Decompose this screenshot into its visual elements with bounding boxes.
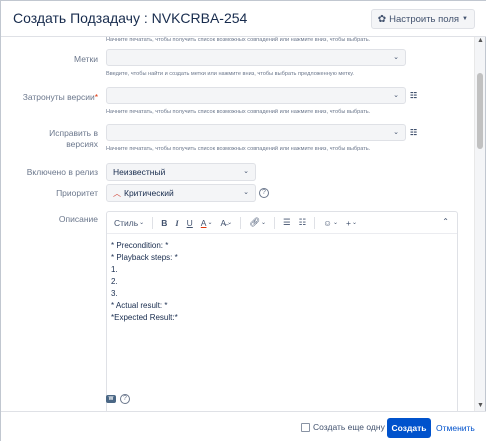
link-button[interactable]: 🔗︎ ⌄: [249, 217, 266, 228]
labels-help-text: Введите, чтобы найти и создать метки или…: [106, 71, 354, 77]
priority-label: Приоритет: [56, 188, 98, 198]
release-select[interactable]: Неизвестный ⌄: [106, 163, 256, 181]
configure-fields-label: Настроить поля: [389, 13, 460, 25]
chevron-down-icon: ⌄: [207, 220, 213, 226]
smiley-icon: ☺: [323, 217, 332, 228]
fix-versions-help-text: Начните печатать, чтобы получить список …: [106, 146, 371, 152]
chevron-down-icon: ⌄: [243, 189, 249, 196]
dialog-footer: Создать еще одну Создать Отменить: [1, 411, 486, 441]
labels-input[interactable]: ⌄: [106, 49, 406, 66]
description-line: * Playback steps: *: [111, 253, 178, 262]
create-another-label: Создать еще одну: [313, 422, 385, 432]
description-line: * Precondition: *: [111, 241, 169, 250]
link-icon: 🔗︎: [249, 217, 260, 227]
gear-icon: ✿: [377, 13, 387, 25]
description-line: 1.: [111, 265, 118, 274]
affects-versions-help-text: Начните печатать, чтобы получить список …: [106, 109, 371, 115]
scroll-up-icon[interactable]: ▲: [477, 37, 484, 44]
description-content[interactable]: * Precondition: * * Playback steps: * 1.…: [111, 240, 178, 324]
release-label: Включено в релиз: [26, 167, 98, 177]
version-picker-icon[interactable]: ☷: [410, 91, 421, 102]
create-another-checkbox[interactable]: [301, 422, 310, 432]
required-mark: *: [94, 92, 98, 102]
description-editor[interactable]: Стиль ⌄ B I U A ⌄ A̶ ⌄ 🔗︎ ⌄ ☰ ☷ ☺ ⌄ + ⌄ ⌃ * Pr…: [106, 211, 458, 411]
version-picker-icon[interactable]: ☷: [410, 128, 421, 139]
insert-button[interactable]: + ⌄: [346, 218, 357, 228]
wiki-markup-icon[interactable]: W: [106, 395, 116, 403]
chevron-down-icon: ⌄: [227, 220, 233, 226]
chevron-down-icon: ⌄: [393, 92, 399, 99]
priority-value: Критический: [124, 188, 174, 198]
bold-button[interactable]: B: [161, 218, 167, 228]
description-line: 3.: [111, 289, 118, 298]
release-value: Неизвестный: [113, 167, 166, 177]
create-subtask-dialog: Создать Подзадачу : NVKCRBA-254 ✿ Настро…: [0, 0, 486, 441]
critical-priority-icon: ︿: [113, 189, 121, 198]
chevron-down-icon: ⌄: [393, 54, 399, 61]
field-help-text: Начните печатать, чтобы получить список …: [106, 37, 371, 43]
italic-button[interactable]: I: [175, 218, 178, 228]
format-text-icon: A̶: [220, 217, 227, 228]
labels-field-label: Метки: [74, 54, 98, 64]
numbered-list-icon: ☷: [298, 217, 307, 227]
text-format-more-button[interactable]: A̶ ⌄: [221, 218, 233, 228]
dialog-body: Начните печатать, чтобы получить список …: [1, 37, 486, 411]
dialog-title: Создать Подзадачу : NVKCRBA-254: [13, 10, 248, 26]
help-icon[interactable]: ?: [259, 188, 269, 198]
description-line: 2.: [111, 277, 118, 286]
fix-versions-input[interactable]: ⌄: [106, 124, 406, 141]
cancel-link[interactable]: Отменить: [436, 423, 475, 433]
toolbar-divider: [152, 216, 154, 229]
create-another-toggle[interactable]: Создать еще одну: [301, 422, 385, 432]
affects-versions-label: Затронуты версии*: [22, 92, 98, 102]
emoji-button[interactable]: ☺ ⌄: [323, 218, 338, 228]
chevron-down-icon: ⌄: [139, 220, 145, 226]
dialog-header: Создать Подзадачу : NVKCRBA-254 ✿ Настро…: [1, 1, 486, 37]
scroll-down-icon[interactable]: ▼: [477, 402, 484, 409]
scrollbar-thumb[interactable]: [477, 73, 483, 149]
toolbar-divider: [240, 216, 242, 229]
affects-versions-input[interactable]: ⌄: [106, 87, 406, 104]
caret-down-icon: ▼: [462, 16, 468, 22]
configure-fields-button[interactable]: ✿ Настроить поля ▼: [370, 9, 475, 29]
chevron-down-icon: ⌄: [393, 129, 399, 136]
style-dropdown[interactable]: Стиль ⌄: [114, 218, 144, 228]
collapse-toolbar-icon[interactable]: ⌃: [442, 217, 449, 226]
description-line: *Expected Result:*: [111, 313, 178, 322]
plus-icon: +: [346, 217, 351, 228]
description-line: * Actual result: *: [111, 301, 168, 310]
numbered-list-button[interactable]: ☷: [299, 217, 307, 228]
help-icon[interactable]: ?: [120, 394, 130, 404]
dialog-scrollbar[interactable]: ▲ ▼: [474, 37, 485, 411]
underline-button[interactable]: U: [187, 218, 193, 228]
editor-help-row: W ?: [106, 394, 130, 404]
editor-toolbar: Стиль ⌄ B I U A ⌄ A̶ ⌄ 🔗︎ ⌄ ☰ ☷ ☺ ⌄ + ⌄ ⌃: [107, 212, 457, 234]
chevron-down-icon: ⌄: [243, 168, 249, 175]
chevron-down-icon: ⌄: [261, 220, 267, 226]
priority-select[interactable]: ︿ Критический ⌄: [106, 184, 256, 202]
chevron-down-icon: ⌄: [351, 220, 357, 226]
description-label: Описание: [58, 214, 98, 224]
create-button[interactable]: Создать: [387, 418, 431, 438]
bullet-list-button[interactable]: ☰: [283, 217, 291, 228]
toolbar-divider: [274, 216, 276, 229]
bullet-list-icon: ☰: [283, 217, 291, 227]
chevron-down-icon: ⌄: [332, 220, 338, 226]
text-color-button[interactable]: A ⌄: [201, 218, 213, 228]
toolbar-divider: [314, 216, 316, 229]
fix-versions-label: Исправить в версиях: [49, 128, 98, 149]
